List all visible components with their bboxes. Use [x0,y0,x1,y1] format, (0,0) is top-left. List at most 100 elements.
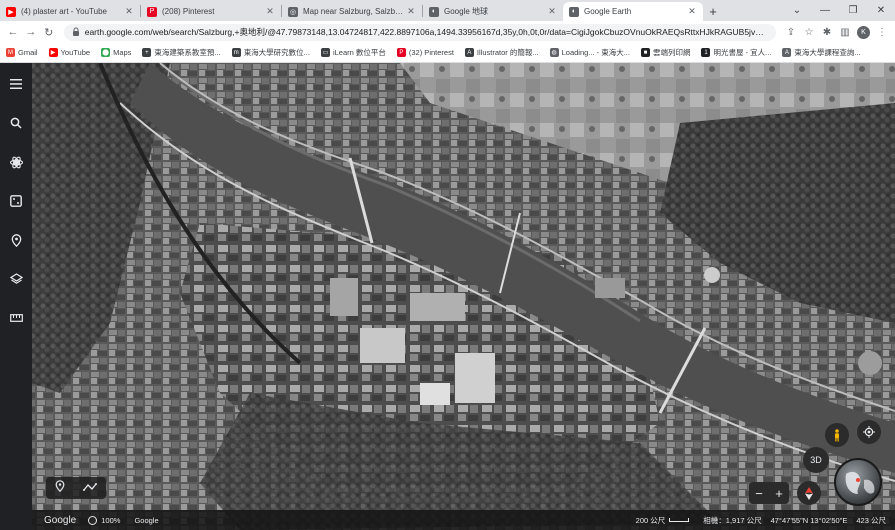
bookmark-site-icon: m [231,48,241,57]
browser-menu-icon[interactable]: ⋮ [873,23,891,41]
loading-percent: 100% [101,515,121,525]
map-style-layers-icon[interactable] [4,267,28,291]
collapse-tabs-icon[interactable]: ⌄ [783,0,811,21]
bookmark-item[interactable]: P (32) Pinterest [396,48,454,57]
projects-pin-icon[interactable] [4,228,28,252]
print-icon: ■ [640,48,650,57]
close-tab-icon[interactable]: ✕ [406,6,416,17]
satellite-imagery[interactable] [0,63,895,530]
tab-title: (4) plaster art - YouTube [21,7,107,16]
bookmark-item[interactable]: A 東海大學課程查詢... [782,47,861,58]
scale-bar[interactable]: 200 公尺 [636,515,690,526]
window-controls: ⌄ — ❐ ✕ [783,0,895,21]
minimize-button[interactable]: — [811,0,839,21]
bookmark-item[interactable]: M Gmail [6,48,38,57]
imagery-attribution[interactable]: Google [134,516,158,525]
bookmark-label: 東海大學研究數位... [243,48,310,57]
address-bar[interactable]: earth.google.com/web/search/Salzburg,+奧地… [63,23,776,41]
bookmark-label: Maps [113,48,132,57]
bookmark-label: (32) Pinterest [408,48,454,57]
browser-tab[interactable]: ◎ Map near Salzburg, Salzburg, A ✕ [282,2,422,21]
earth-side-rail [0,63,32,530]
back-button[interactable]: ← [4,23,22,41]
scale-bar-graphic [669,518,690,522]
earth-status-bar: Google 100% Google 200 公尺 相機：1,917 公尺 47… [32,510,895,530]
location-pin-icon[interactable] [55,479,65,497]
bookmark-site-icon: A [782,48,792,57]
reload-button[interactable]: ↻ [40,23,58,41]
bookmark-item[interactable]: A Illustrator 的簡報... [464,47,539,58]
coordinates: 47°47'55"N 13°02'50"E [770,515,848,525]
loading-ring-icon [88,515,98,525]
feeling-lucky-dice-icon[interactable] [4,189,28,213]
measure-ruler-icon[interactable] [4,306,28,330]
gmail-icon: M [6,48,15,57]
bookmark-item[interactable]: ■ 雲端列印網 [640,47,691,58]
bookmark-star-icon[interactable]: ☆ [800,23,818,41]
adobe-icon: A [464,48,474,57]
forward-button[interactable]: → [22,23,40,41]
tab-strip: ▶ (4) plaster art - YouTube ✕ P (208) Pinter… [0,0,895,21]
google-logo: Google [44,514,77,526]
voyager-icon[interactable] [4,150,28,174]
bookmark-label: 雲端列印網 [652,48,691,57]
bookmark-item[interactable]: + 東海建築系教室預... [142,47,221,58]
bookmark-item[interactable]: m 東海大學研究數位... [231,47,310,58]
bookmark-item[interactable]: ⬤ Maps [101,48,131,57]
close-tab-icon[interactable]: ✕ [547,6,557,17]
path-tool-icon[interactable] [83,479,97,497]
browser-tab[interactable]: P (208) Pinterest ✕ [141,2,281,21]
earth-map-view[interactable]: 3D − + Google 100% Google 200 公尺 相機：1,91… [0,63,895,530]
bookmark-label: 東海建築系教室預... [154,48,221,57]
zoom-out-button[interactable]: − [755,486,763,501]
share-icon[interactable]: ⇪ [782,23,800,41]
close-tab-icon[interactable]: ✕ [687,6,697,17]
toggle-3d-button[interactable]: 3D [803,447,829,473]
browser-tab[interactable]: ◐ Google 地球 ✕ [423,2,563,21]
close-tab-icon[interactable]: ✕ [124,6,134,17]
browser-tab[interactable]: ▶ (4) plaster art - YouTube ✕ [0,2,140,21]
google-earth-icon: ◐ [569,6,579,17]
lock-icon[interactable] [72,27,80,38]
my-location-icon[interactable] [857,420,881,444]
search-icon[interactable] [4,111,28,135]
address-toolbar: ← → ↻ earth.google.com/web/search/Salzbu… [0,21,895,43]
bookmark-site-icon: 1 [701,48,711,57]
google-earth-icon: ◐ [429,6,439,17]
close-tab-icon[interactable]: ✕ [265,6,275,17]
new-tab-button[interactable]: + [703,2,723,21]
tab-title: Google Earth [584,7,632,16]
bookmark-item[interactable]: ▶ YouTube [48,48,90,57]
maps-icon: ◎ [288,6,298,17]
pegman-street-view-icon[interactable] [825,423,849,447]
tab-title: Map near Salzburg, Salzburg, A [303,7,406,16]
bookmark-item[interactable]: ▭ iLearn 數位平台 [320,47,386,58]
extensions-icon[interactable]: ✱ [818,23,836,41]
bookmark-label: Loading... - 東海大... [561,48,630,57]
bookmark-label: Gmail [18,48,38,57]
url-text[interactable]: earth.google.com/web/search/Salzburg,+奧地… [85,26,768,38]
close-window-button[interactable]: ✕ [867,0,895,21]
zoom-in-button[interactable]: + [775,486,783,501]
bookmark-label: Illustrator 的簡報... [476,48,539,57]
bookmark-label: 東海大學課程查詢... [794,48,861,57]
browser-tab[interactable]: ◐ Google Earth ✕ [563,2,703,21]
bookmark-item[interactable]: ◍ Loading... - 東海大... [549,47,630,58]
bookmark-site-icon: + [142,48,152,57]
bookmark-item[interactable]: 1 明光書屋 - 宜人... [701,47,771,58]
compass-icon[interactable] [797,481,821,505]
reading-list-icon[interactable]: ▥ [836,23,854,41]
menu-icon[interactable] [4,72,28,96]
maximize-button[interactable]: ❐ [839,0,867,21]
globe-icon: ◍ [549,48,559,57]
pinterest-icon: P [396,48,406,57]
bottom-left-controls [46,477,106,499]
loading-indicator: 100% [88,515,121,525]
toolbar-actions: ⇪ ☆ ✱ ▥ K ⋮ [782,23,891,41]
camera-altitude: 相機：1,917 公尺 [703,515,762,525]
youtube-icon: ▶ [6,6,16,17]
profile-avatar[interactable]: K [857,25,870,39]
globe-minimap[interactable] [834,458,882,506]
maps-pin-icon: ⬤ [101,48,111,57]
youtube-icon: ▶ [48,48,58,57]
